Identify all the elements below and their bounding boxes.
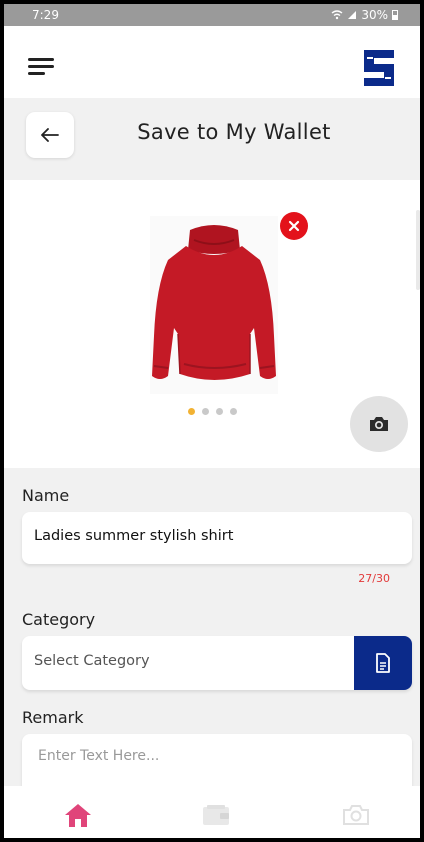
document-icon — [376, 653, 390, 673]
battery-icon — [392, 10, 398, 20]
category-placeholder: Select Category — [34, 653, 150, 669]
wifi-icon — [331, 10, 343, 20]
close-icon — [288, 220, 300, 232]
category-select[interactable]: Select Category — [22, 636, 412, 690]
menu-icon[interactable] — [28, 58, 54, 76]
name-field[interactable]: Ladies summer stylish shirt — [22, 512, 412, 564]
app-frame: 7:29 30% Save to My Wallet Name Ladies s… — [0, 0, 424, 842]
status-bar: 7:29 30% — [4, 4, 420, 26]
remove-image-button[interactable] — [280, 212, 308, 240]
name-value: Ladies summer stylish shirt — [34, 528, 234, 544]
status-icons: 30% — [331, 8, 398, 22]
product-image — [150, 216, 278, 394]
scroll-indicator — [416, 210, 420, 290]
nav-camera[interactable] — [336, 800, 376, 830]
back-button[interactable] — [26, 112, 74, 158]
name-label: Name — [22, 486, 70, 505]
brand-logo — [364, 50, 394, 86]
camera-nav-icon — [343, 805, 369, 825]
wallet-form: Name Ladies summer stylish shirt 27/30 C… — [4, 468, 420, 804]
category-picker-button[interactable] — [354, 636, 412, 690]
arrow-left-icon — [41, 128, 59, 142]
bottom-nav — [4, 786, 420, 838]
category-label: Category — [22, 610, 96, 629]
remark-label: Remark — [22, 708, 84, 727]
title-bar: Save to My Wallet — [4, 98, 420, 180]
carousel-dot-4[interactable] — [230, 408, 237, 415]
carousel-dot-2[interactable] — [202, 408, 209, 415]
image-carousel[interactable] — [4, 180, 420, 468]
remark-placeholder: Enter Text Here... — [38, 748, 160, 764]
battery-text: 30% — [361, 8, 388, 22]
carousel-dot-3[interactable] — [216, 408, 223, 415]
nav-wallet[interactable] — [196, 800, 236, 830]
name-char-counter: 27/30 — [358, 572, 390, 585]
status-time: 7:29 — [32, 8, 59, 22]
nav-home[interactable] — [58, 800, 98, 830]
page-title: Save to My Wallet — [137, 120, 331, 144]
wallet-icon — [203, 805, 229, 825]
camera-icon — [370, 417, 388, 431]
app-bar — [4, 26, 420, 98]
add-photo-button[interactable] — [350, 396, 408, 452]
sweater-image — [152, 225, 276, 380]
home-icon — [65, 804, 91, 827]
carousel-dots — [188, 408, 237, 415]
signal-icon — [348, 11, 357, 19]
carousel-dot-1[interactable] — [188, 408, 195, 415]
